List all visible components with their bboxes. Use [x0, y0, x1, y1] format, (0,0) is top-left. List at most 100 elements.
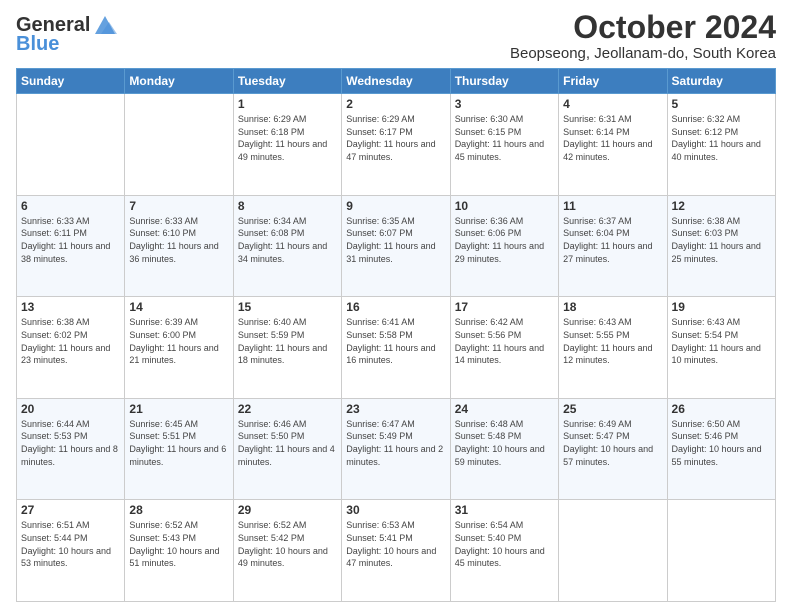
header-thursday: Thursday: [450, 69, 558, 94]
title-block: October 2024 Beopseong, Jeollanam-do, So…: [510, 10, 776, 62]
header-wednesday: Wednesday: [342, 69, 450, 94]
cell-info: Sunrise: 6:33 AMSunset: 6:10 PMDaylight:…: [129, 215, 228, 265]
table-row: 4 Sunrise: 6:31 AMSunset: 6:14 PMDaylight…: [559, 94, 667, 196]
day-number: 5: [672, 97, 771, 111]
table-row: 7 Sunrise: 6:33 AMSunset: 6:10 PMDaylight…: [125, 195, 233, 297]
day-number: 10: [455, 199, 554, 213]
header: General Blue October 2024 Beopseong, Jeo…: [16, 10, 776, 62]
day-number: 22: [238, 402, 337, 416]
cell-info: Sunrise: 6:34 AMSunset: 6:08 PMDaylight:…: [238, 215, 337, 265]
day-number: 25: [563, 402, 662, 416]
day-number: 1: [238, 97, 337, 111]
calendar-week-2: 6 Sunrise: 6:33 AMSunset: 6:11 PMDaylight…: [17, 195, 776, 297]
table-row: 3 Sunrise: 6:30 AMSunset: 6:15 PMDaylight…: [450, 94, 558, 196]
day-number: 4: [563, 97, 662, 111]
table-row: 28Sunrise: 6:52 AMSunset: 5:43 PMDayligh…: [125, 500, 233, 602]
table-row: 17 Sunrise: 6:42 AMSunset: 5:56 PMDayligh…: [450, 297, 558, 399]
cell-info: Sunrise: 6:53 AMSunset: 5:41 PMDaylight:…: [346, 519, 445, 569]
cell-info: Sunrise: 6:54 AMSunset: 5:40 PMDaylight:…: [455, 519, 554, 569]
table-row: 1Sunrise: 6:29 AMSunset: 6:18 PMDaylight…: [233, 94, 341, 196]
table-row: [559, 500, 667, 602]
cell-info: Sunrise: 6:48 AMSunset: 5:48 PMDaylight:…: [455, 418, 554, 468]
table-row: 26 Sunrise: 6:50 AMSunset: 5:46 PMDayligh…: [667, 398, 775, 500]
cell-info: Sunrise: 6:52 AMSunset: 5:43 PMDaylight:…: [129, 519, 228, 569]
table-row: 14 Sunrise: 6:39 AMSunset: 6:00 PMDayligh…: [125, 297, 233, 399]
cell-info: Sunrise: 6:29 AMSunset: 6:17 PMDaylight:…: [346, 113, 445, 163]
day-number: 11: [563, 199, 662, 213]
table-row: 15 Sunrise: 6:40 AMSunset: 5:59 PMDayligh…: [233, 297, 341, 399]
cell-info: Sunrise: 6:46 AMSunset: 5:50 PMDaylight:…: [238, 418, 337, 468]
table-row: 30 Sunrise: 6:53 AMSunset: 5:41 PMDayligh…: [342, 500, 450, 602]
table-row: 21 Sunrise: 6:45 AMSunset: 5:51 PMDayligh…: [125, 398, 233, 500]
table-row: [125, 94, 233, 196]
day-number: 12: [672, 199, 771, 213]
table-row: 22 Sunrise: 6:46 AMSunset: 5:50 PMDayligh…: [233, 398, 341, 500]
day-number: 24: [455, 402, 554, 416]
table-row: 5 Sunrise: 6:32 AMSunset: 6:12 PMDaylight…: [667, 94, 775, 196]
cell-info: Sunrise: 6:42 AMSunset: 5:56 PMDaylight:…: [455, 316, 554, 366]
cell-info: Sunrise: 6:49 AMSunset: 5:47 PMDaylight:…: [563, 418, 662, 468]
table-row: 10 Sunrise: 6:36 AMSunset: 6:06 PMDayligh…: [450, 195, 558, 297]
day-number: 6: [21, 199, 120, 213]
day-number: 30: [346, 503, 445, 517]
day-number: 9: [346, 199, 445, 213]
table-row: 25 Sunrise: 6:49 AMSunset: 5:47 PMDayligh…: [559, 398, 667, 500]
calendar-header-row: Sunday Monday Tuesday Wednesday Thursday…: [17, 69, 776, 94]
calendar-subtitle: Beopseong, Jeollanam-do, South Korea: [510, 45, 776, 62]
cell-info: Sunrise: 6:32 AMSunset: 6:12 PMDaylight:…: [672, 113, 771, 163]
table-row: 2 Sunrise: 6:29 AMSunset: 6:17 PMDaylight…: [342, 94, 450, 196]
day-number: 3: [455, 97, 554, 111]
logo-icon: [91, 14, 119, 36]
page: General Blue October 2024 Beopseong, Jeo…: [0, 0, 792, 612]
calendar-week-4: 20 Sunrise: 6:44 AMSunset: 5:53 PMDayligh…: [17, 398, 776, 500]
table-row: [667, 500, 775, 602]
day-number: 17: [455, 300, 554, 314]
table-row: 27Sunrise: 6:51 AMSunset: 5:44 PMDayligh…: [17, 500, 125, 602]
day-number: 14: [129, 300, 228, 314]
table-row: 23Sunrise: 6:47 AMSunset: 5:49 PMDayligh…: [342, 398, 450, 500]
table-row: 8Sunrise: 6:34 AMSunset: 6:08 PMDaylight…: [233, 195, 341, 297]
cell-info: Sunrise: 6:40 AMSunset: 5:59 PMDaylight:…: [238, 316, 337, 366]
day-number: 15: [238, 300, 337, 314]
day-number: 26: [672, 402, 771, 416]
day-number: 29: [238, 503, 337, 517]
day-number: 18: [563, 300, 662, 314]
calendar-week-5: 27Sunrise: 6:51 AMSunset: 5:44 PMDayligh…: [17, 500, 776, 602]
header-tuesday: Tuesday: [233, 69, 341, 94]
table-row: 9 Sunrise: 6:35 AMSunset: 6:07 PMDaylight…: [342, 195, 450, 297]
header-monday: Monday: [125, 69, 233, 94]
cell-info: Sunrise: 6:39 AMSunset: 6:00 PMDaylight:…: [129, 316, 228, 366]
table-row: 19 Sunrise: 6:43 AMSunset: 5:54 PMDayligh…: [667, 297, 775, 399]
day-number: 21: [129, 402, 228, 416]
day-number: 7: [129, 199, 228, 213]
calendar-week-3: 13Sunrise: 6:38 AMSunset: 6:02 PMDayligh…: [17, 297, 776, 399]
day-number: 19: [672, 300, 771, 314]
cell-info: Sunrise: 6:30 AMSunset: 6:15 PMDaylight:…: [455, 113, 554, 163]
cell-info: Sunrise: 6:43 AMSunset: 5:54 PMDaylight:…: [672, 316, 771, 366]
table-row: 24 Sunrise: 6:48 AMSunset: 5:48 PMDayligh…: [450, 398, 558, 500]
day-number: 13: [21, 300, 120, 314]
cell-info: Sunrise: 6:45 AMSunset: 5:51 PMDaylight:…: [129, 418, 228, 468]
cell-info: Sunrise: 6:44 AMSunset: 5:53 PMDaylight:…: [21, 418, 120, 468]
table-row: 16Sunrise: 6:41 AMSunset: 5:58 PMDayligh…: [342, 297, 450, 399]
cell-info: Sunrise: 6:36 AMSunset: 6:06 PMDaylight:…: [455, 215, 554, 265]
cell-info: Sunrise: 6:33 AMSunset: 6:11 PMDaylight:…: [21, 215, 120, 265]
day-number: 16: [346, 300, 445, 314]
day-number: 2: [346, 97, 445, 111]
header-sunday: Sunday: [17, 69, 125, 94]
cell-info: Sunrise: 6:35 AMSunset: 6:07 PMDaylight:…: [346, 215, 445, 265]
cell-info: Sunrise: 6:50 AMSunset: 5:46 PMDaylight:…: [672, 418, 771, 468]
table-row: 12Sunrise: 6:38 AMSunset: 6:03 PMDayligh…: [667, 195, 775, 297]
table-row: 20 Sunrise: 6:44 AMSunset: 5:53 PMDayligh…: [17, 398, 125, 500]
table-row: 6 Sunrise: 6:33 AMSunset: 6:11 PMDaylight…: [17, 195, 125, 297]
logo: General Blue: [16, 14, 119, 56]
cell-info: Sunrise: 6:31 AMSunset: 6:14 PMDaylight:…: [563, 113, 662, 163]
table-row: 31 Sunrise: 6:54 AMSunset: 5:40 PMDayligh…: [450, 500, 558, 602]
day-number: 20: [21, 402, 120, 416]
table-row: 18Sunrise: 6:43 AMSunset: 5:55 PMDayligh…: [559, 297, 667, 399]
calendar-title: October 2024: [510, 10, 776, 45]
day-number: 31: [455, 503, 554, 517]
day-number: 23: [346, 402, 445, 416]
cell-info: Sunrise: 6:52 AMSunset: 5:42 PMDaylight:…: [238, 519, 337, 569]
calendar-week-1: 1Sunrise: 6:29 AMSunset: 6:18 PMDaylight…: [17, 94, 776, 196]
